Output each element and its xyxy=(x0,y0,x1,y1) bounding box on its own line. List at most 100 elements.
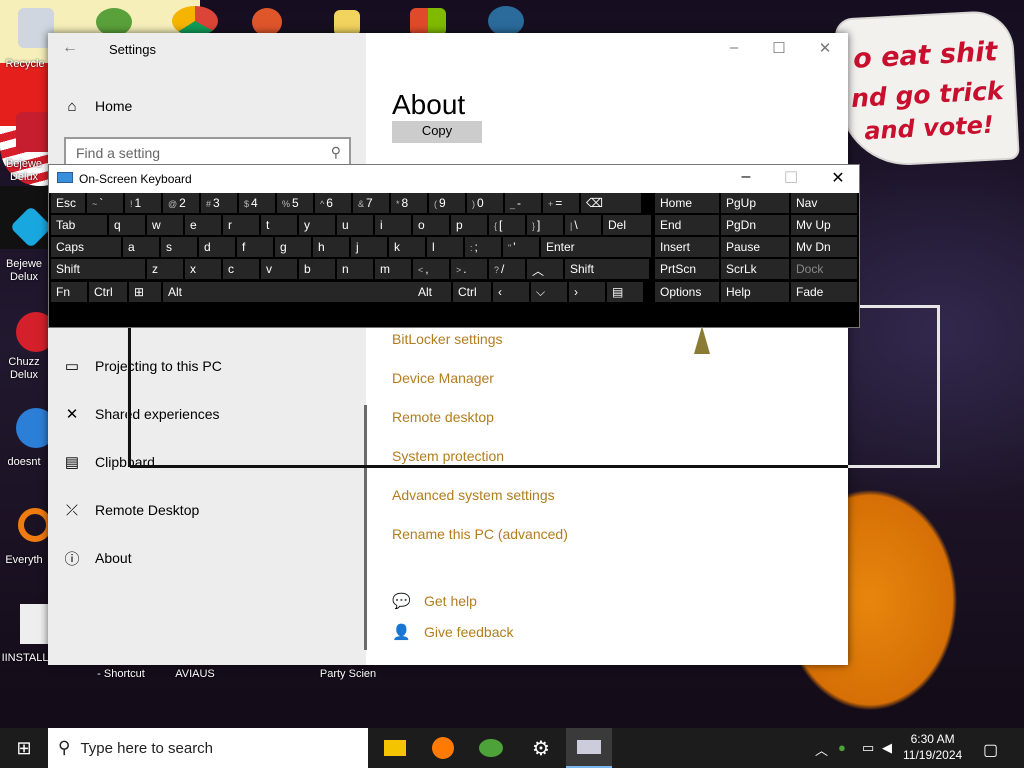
osk-key[interactable]: y xyxy=(299,215,335,235)
osk-key[interactable]: Pause xyxy=(721,237,789,257)
file-explorer-icon[interactable] xyxy=(372,728,418,768)
desktop-icon-label[interactable]: IINSTALL xyxy=(0,652,50,664)
everything-icon[interactable] xyxy=(18,508,52,542)
osk-key[interactable]: (9 xyxy=(429,193,465,213)
desktop-icon-label[interactable]: - Shortcut xyxy=(90,668,152,680)
osk-key[interactable]: Ctrl xyxy=(89,282,127,302)
osk-key[interactable]: Help xyxy=(721,282,789,302)
osk-key[interactable]: Nav xyxy=(791,193,857,213)
start-button[interactable]: ⊞ xyxy=(0,728,48,768)
osk-key[interactable]: v xyxy=(261,259,297,279)
osk-key[interactable]: c xyxy=(223,259,259,279)
osk-key[interactable]: Fn xyxy=(51,282,87,302)
osk-key[interactable]: Ctrl xyxy=(453,282,491,302)
link-rename-pc[interactable]: Rename this PC (advanced) xyxy=(392,526,568,542)
people-icon[interactable] xyxy=(96,8,132,36)
arrow-down-key[interactable]: ⌵ xyxy=(531,282,567,302)
arrow-up-key[interactable]: ︿ xyxy=(527,259,563,279)
desktop-icon-label[interactable]: Bejewe Delux xyxy=(0,258,48,284)
volume-icon[interactable]: ◀ xyxy=(882,740,892,756)
app-icon[interactable] xyxy=(252,8,282,36)
osk-key[interactable]: p xyxy=(451,215,487,235)
osk-key[interactable]: ! 1 xyxy=(125,193,161,213)
osk-key[interactable]: ^ 6 xyxy=(315,193,351,213)
osk-key[interactable]: <, xyxy=(413,259,449,279)
osk-key[interactable]: Home xyxy=(655,193,719,213)
osk-key[interactable]: n xyxy=(337,259,373,279)
osk-key[interactable]: % 5 xyxy=(277,193,313,213)
osk-key[interactable]: >. xyxy=(451,259,487,279)
link-advanced-system[interactable]: Advanced system settings xyxy=(392,487,555,503)
osk-key[interactable]: s xyxy=(161,237,197,257)
osk-key[interactable]: j xyxy=(351,237,387,257)
get-help-link[interactable]: 💬 Get help xyxy=(392,592,477,610)
sidebar-item-home[interactable]: ⌂ Home xyxy=(62,92,132,120)
osk-key[interactable]: e xyxy=(185,215,221,235)
sidebar-item-remote-desktop[interactable]: ⤫ Remote Desktop xyxy=(62,496,199,524)
osk-key[interactable]: g xyxy=(275,237,311,257)
osk-key[interactable]: @2 xyxy=(163,193,199,213)
osk-key[interactable]: ? / xyxy=(489,259,525,279)
desktop-icon-label[interactable]: Party Scien xyxy=(316,668,380,680)
osk-key[interactable]: Options xyxy=(655,282,719,302)
people-icon[interactable] xyxy=(468,728,514,768)
menu-key[interactable]: ▤ xyxy=(607,282,643,302)
desktop-icon-label[interactable]: Bejewe Delux xyxy=(0,158,48,184)
notifications-icon[interactable]: ▢ xyxy=(983,740,998,760)
minimize-button[interactable]: – xyxy=(720,39,748,56)
desktop-icon-label[interactable]: AVIAUS xyxy=(170,668,220,680)
sidebar-item-about[interactable]: ⓘ About xyxy=(62,544,131,572)
give-feedback-link[interactable]: 👤 Give feedback xyxy=(392,623,514,641)
copy-button[interactable]: Copy xyxy=(392,121,482,143)
osk-key[interactable]: a xyxy=(123,237,159,257)
arrow-right-key[interactable]: › xyxy=(569,282,605,302)
osk-key[interactable]: Esc xyxy=(51,193,85,213)
osk-key[interactable]: * 8 xyxy=(391,193,427,213)
firefox-icon[interactable] xyxy=(420,728,466,768)
osk-taskbar-icon[interactable] xyxy=(566,728,612,768)
osk-key[interactable]: Mv Dn xyxy=(791,237,857,257)
osk-minimize-button[interactable]: – xyxy=(731,168,761,186)
osk-key[interactable]: _ - xyxy=(505,193,541,213)
chrome-icon[interactable] xyxy=(172,6,218,36)
osk-key[interactable]: k xyxy=(389,237,425,257)
clock[interactable]: 6:30 AM 11/19/2024 xyxy=(903,731,962,763)
settings-gear-icon[interactable]: ⚙ xyxy=(518,728,564,768)
osk-key[interactable]: Del xyxy=(603,215,651,235)
osk-key[interactable]: PrtScn xyxy=(655,259,719,279)
osk-key[interactable]: ) 0 xyxy=(467,193,503,213)
osk-key[interactable]: ScrLk xyxy=(721,259,789,279)
osk-key[interactable]: ~ ` xyxy=(87,193,123,213)
desktop-icon-label[interactable]: doesnt xyxy=(0,456,48,468)
osk-maximize-button[interactable]: ☐ xyxy=(776,168,806,188)
osk-key[interactable]: Alt xyxy=(413,282,451,302)
osk-key[interactable]: {[ xyxy=(489,215,525,235)
desktop-icon-label[interactable]: Chuzz Delux xyxy=(0,356,48,382)
osk-key[interactable]: Shift xyxy=(51,259,145,279)
osk-key[interactable]: u xyxy=(337,215,373,235)
osk-key[interactable]: h xyxy=(313,237,349,257)
back-arrow-icon[interactable]: ← xyxy=(62,39,78,57)
close-button[interactable]: ✕ xyxy=(811,39,839,57)
people-tray-icon[interactable]: ● xyxy=(838,740,846,755)
office-icon[interactable] xyxy=(410,8,446,36)
osk-key[interactable]: " ' xyxy=(503,237,539,257)
taskbar-search[interactable]: ⚲ Type here to search xyxy=(48,728,368,768)
osk-key[interactable]: w xyxy=(147,215,183,235)
osk-key[interactable]: Alt xyxy=(163,282,413,302)
osk-key[interactable]: PgDn xyxy=(721,215,789,235)
osk-key[interactable]: & 7 xyxy=(353,193,389,213)
text-file-icon[interactable] xyxy=(20,604,48,644)
osk-key[interactable]: }] xyxy=(527,215,563,235)
character-icon[interactable] xyxy=(488,6,524,36)
osk-key[interactable]: q xyxy=(109,215,145,235)
osk-key[interactable]: m xyxy=(375,259,411,279)
osk-key[interactable]: Mv Up xyxy=(791,215,857,235)
arrow-left-key[interactable]: ‹ xyxy=(493,282,529,302)
osk-key[interactable]: Caps xyxy=(51,237,121,257)
osk-key[interactable]: Insert xyxy=(655,237,719,257)
osk-key[interactable]: r xyxy=(223,215,259,235)
osk-key[interactable]: Tab xyxy=(51,215,107,235)
osk-key[interactable]: o xyxy=(413,215,449,235)
osk-key[interactable]: d xyxy=(199,237,235,257)
